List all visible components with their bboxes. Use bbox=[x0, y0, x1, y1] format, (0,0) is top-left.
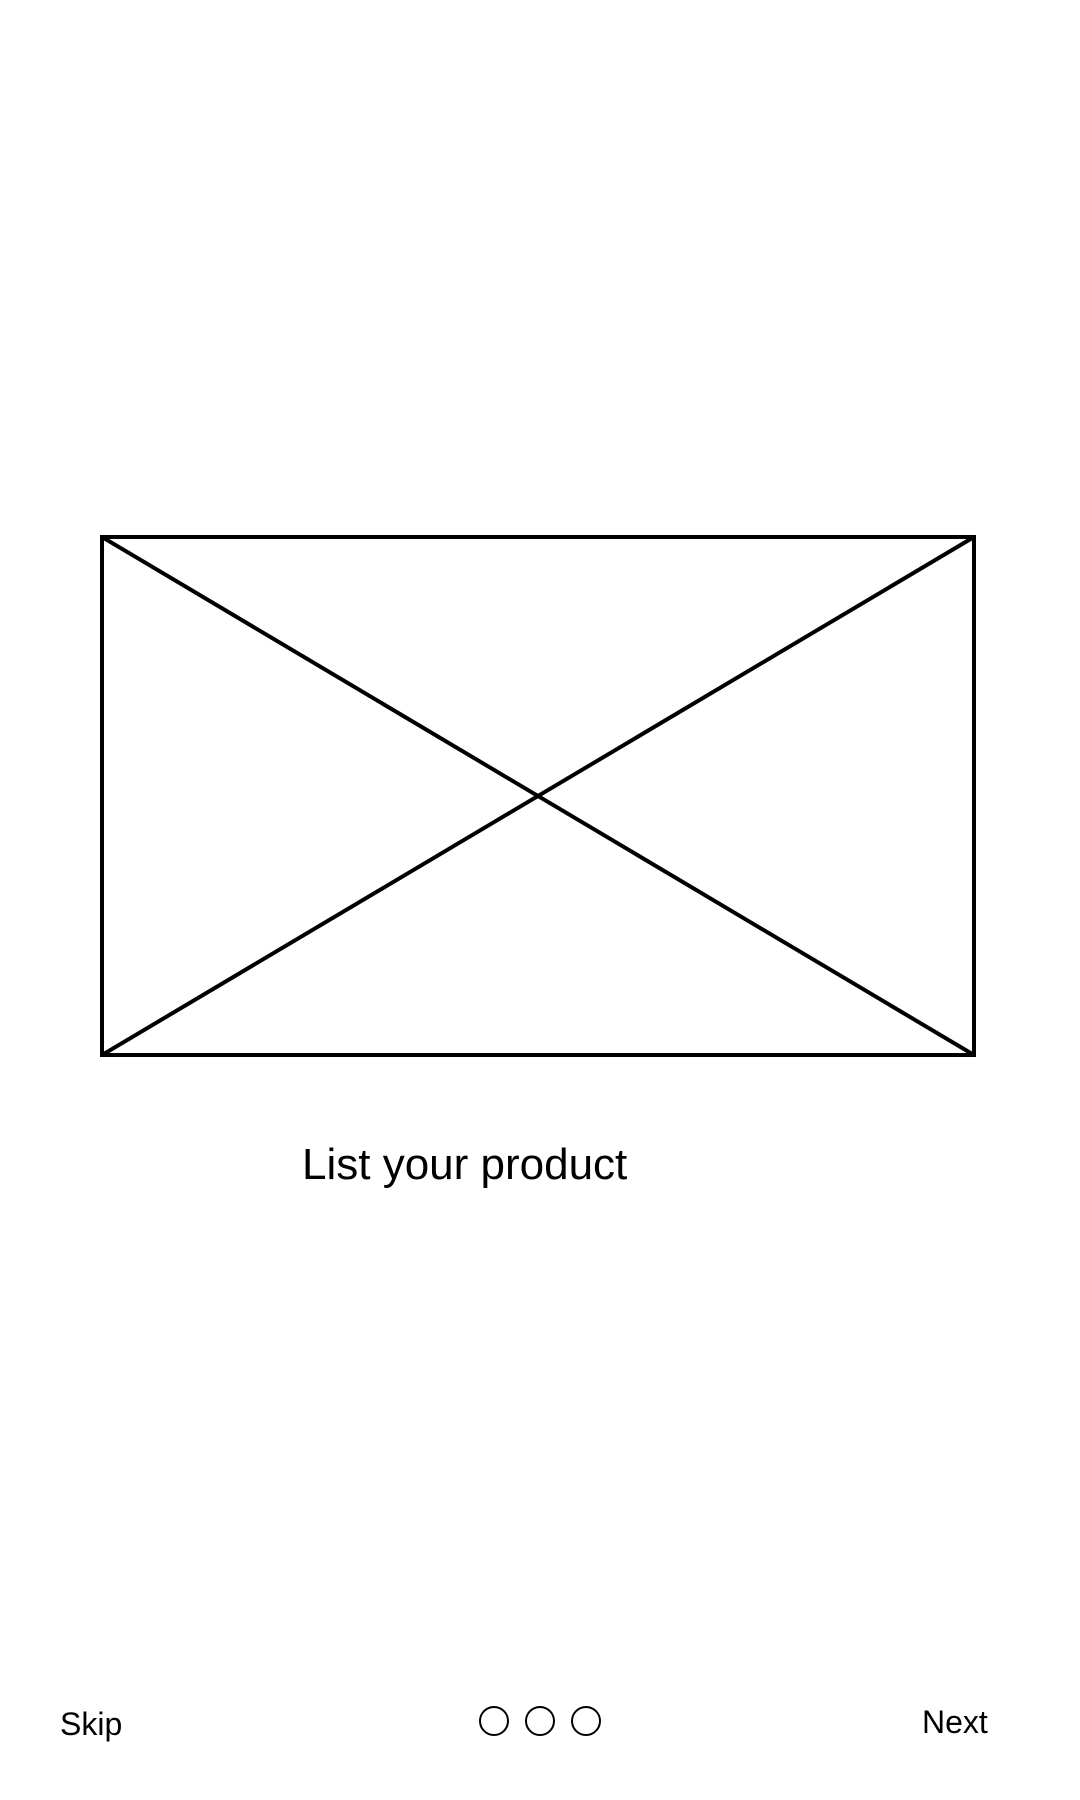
image-placeholder-icon bbox=[100, 535, 976, 1057]
onboarding-nav-bar: Skip Next bbox=[0, 1690, 1080, 1762]
onboarding-screen: List your product Skip Next bbox=[0, 0, 1080, 1800]
next-button[interactable]: Next bbox=[922, 1702, 988, 1742]
page-dot-2[interactable] bbox=[525, 1706, 555, 1736]
onboarding-title: List your product bbox=[302, 1140, 628, 1189]
page-dot-3[interactable] bbox=[571, 1706, 601, 1736]
page-dot-1[interactable] bbox=[479, 1706, 509, 1736]
skip-button[interactable]: Skip bbox=[60, 1704, 122, 1744]
page-indicator bbox=[479, 1706, 601, 1736]
